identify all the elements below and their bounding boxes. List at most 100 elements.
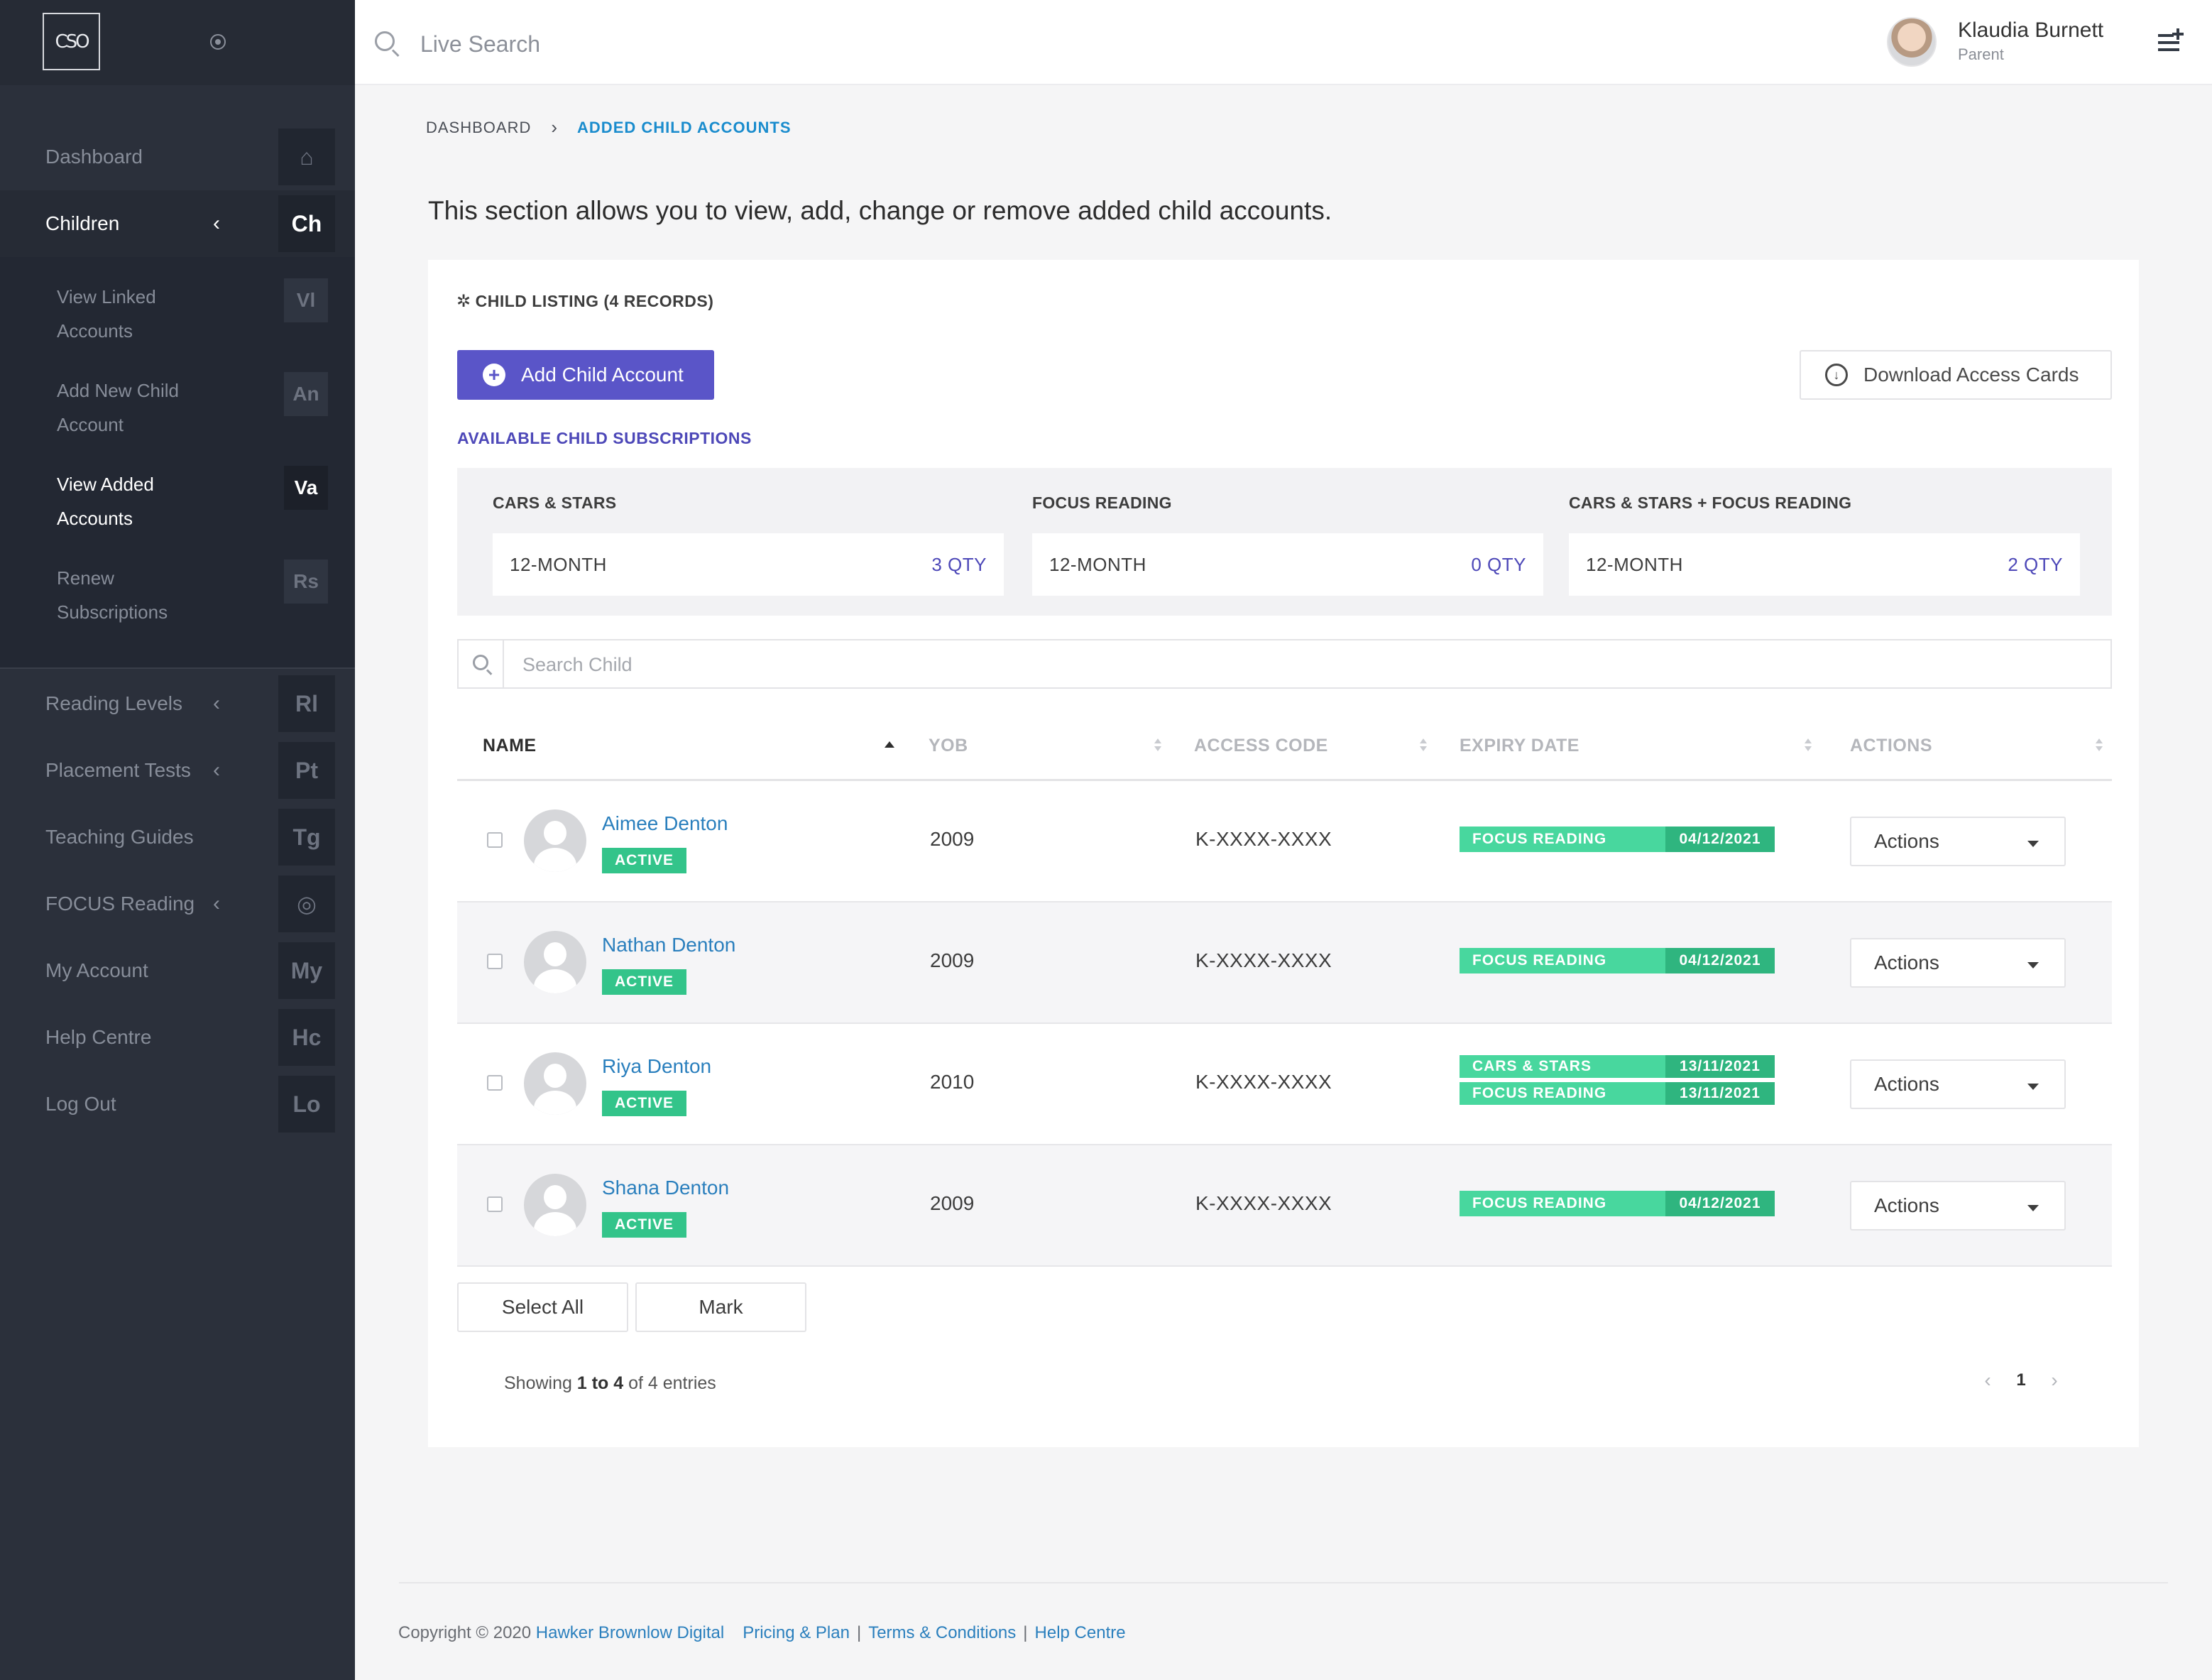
sort-icon[interactable] — [1418, 738, 1428, 753]
child-name-link[interactable]: Nathan Denton — [602, 934, 735, 956]
actions-dropdown[interactable]: Actions — [1850, 1059, 2066, 1109]
sort-icon[interactable] — [2094, 738, 2104, 753]
subscription-qty: 0 QTY — [1471, 553, 1526, 575]
subscriptions-title: AVAILABLE CHILD SUBSCRIPTIONS — [457, 429, 752, 447]
mark-button[interactable]: Mark — [635, 1282, 806, 1332]
column-label: NAME — [483, 735, 537, 756]
sidebar-item-badge: Va — [284, 466, 328, 510]
plus-circle-icon: + — [483, 364, 505, 386]
search-child-field — [457, 639, 2112, 689]
add-child-account-button[interactable]: + Add Child Account — [457, 350, 714, 400]
children-submenu: View Linked Accounts Vl Add New Child Ac… — [0, 257, 355, 667]
terms-link[interactable]: Terms & Conditions — [868, 1623, 1016, 1643]
yob-cell: 2009 — [930, 949, 975, 971]
help-centre-link[interactable]: Help Centre — [1035, 1623, 1126, 1643]
child-name-link[interactable]: Shana Denton — [602, 1177, 729, 1199]
expiry-bar: CARS & STARS 13/11/2021 — [1460, 1055, 1775, 1078]
sidebar-item-dashboard[interactable]: Dashboard ⌂ — [0, 124, 355, 190]
sidebar-item-my-account[interactable]: My Account My — [0, 937, 355, 1004]
column-header-actions[interactable]: ACTIONS — [1850, 710, 1932, 781]
sidebar-item-add-new-child-account[interactable]: Add New Child Account An — [0, 365, 355, 459]
row-checkbox[interactable] — [487, 832, 503, 848]
sort-ascending-icon[interactable] — [883, 738, 894, 753]
sidebar-item-teaching-guides[interactable]: Teaching Guides Tg — [0, 804, 355, 871]
breadcrumb-dashboard-link[interactable]: DASHBOARD — [426, 119, 531, 137]
actions-dropdown[interactable]: Actions — [1850, 938, 2066, 988]
sidebar-item-label: View Linked Accounts — [57, 286, 156, 342]
chevron-right-icon[interactable]: › — [2035, 1369, 2074, 1392]
top-header: Klaudia Burnett Parent — [355, 0, 2212, 85]
search-icon — [473, 655, 488, 670]
home-icon: ⌂ — [278, 129, 335, 185]
expiry-product: CARS & STARS — [1460, 1055, 1665, 1078]
status-badge: ACTIVE — [602, 1212, 687, 1238]
column-label: EXPIRY DATE — [1460, 735, 1579, 756]
sidebar-item-badge: My — [278, 942, 335, 999]
search-child-input[interactable] — [521, 649, 1941, 680]
expiry-bar: FOCUS READING 04/12/2021 — [1460, 827, 1775, 852]
page-number[interactable]: 1 — [2007, 1370, 2035, 1390]
chevron-left-icon: ‹ — [213, 892, 220, 915]
actions-dropdown[interactable]: Actions — [1850, 1181, 2066, 1231]
column-header-yob[interactable]: YOB — [929, 710, 968, 781]
column-label: ACCESS CODE — [1194, 735, 1328, 756]
download-icon: ↓ — [1825, 364, 1848, 386]
child-name-link[interactable]: Riya Denton — [602, 1055, 711, 1078]
sidebar-item-view-linked-accounts[interactable]: View Linked Accounts Vl — [0, 271, 355, 365]
sort-icon[interactable] — [1153, 738, 1163, 753]
sidebar-item-reading-levels[interactable]: Reading Levels ‹ Rl — [0, 670, 355, 737]
sidebar-item-placement-tests[interactable]: Placement Tests ‹ Pt — [0, 737, 355, 804]
page-description: This section allows you to view, add, ch… — [428, 196, 1332, 225]
user-name[interactable]: Klaudia Burnett — [1958, 18, 2103, 43]
copyright-text: Copyright © 2020 — [398, 1623, 532, 1642]
status-badge: ACTIVE — [602, 1091, 687, 1116]
column-header-access-code[interactable]: ACCESS CODE — [1194, 710, 1328, 781]
actions-dropdown[interactable]: Actions — [1850, 817, 2066, 866]
avatar[interactable] — [1887, 17, 1937, 67]
expiry-product: FOCUS READING — [1460, 827, 1665, 852]
menu-add-icon[interactable] — [2158, 28, 2185, 54]
access-code-cell: K-XXXX-XXXX — [1195, 1192, 1332, 1214]
expiry-cell: FOCUS READING 04/12/2021 — [1460, 948, 1775, 978]
access-code-cell: K-XXXX-XXXX — [1195, 1071, 1332, 1093]
select-all-button[interactable]: Select All — [457, 1282, 628, 1332]
breadcrumb: DASHBOARD › ADDED CHILD ACCOUNTS — [426, 116, 792, 138]
sort-icon[interactable] — [1803, 738, 1813, 753]
expiry-date: 04/12/2021 — [1665, 827, 1775, 852]
table-row: Riya Denton ACTIVE 2010 K-XXXX-XXXX CARS… — [457, 1024, 2112, 1145]
column-header-name[interactable]: NAME — [483, 710, 537, 781]
sidebar-toggle-icon[interactable] — [210, 34, 226, 50]
subscription-term: 12-MONTH — [510, 553, 607, 575]
row-checkbox[interactable] — [487, 954, 503, 969]
company-link[interactable]: Hawker Brownlow Digital — [536, 1623, 724, 1643]
sidebar-item-view-added-accounts[interactable]: View Added Accounts Va — [0, 459, 355, 552]
sidebar-item-focus-reading[interactable]: FOCUS Reading ‹ ◎ — [0, 871, 355, 937]
subscription-name: CARS & STARS — [493, 493, 617, 512]
logo[interactable]: CSO — [43, 13, 100, 70]
pricing-link[interactable]: Pricing & Plan — [743, 1623, 850, 1643]
sidebar-item-children[interactable]: Children ‹ Ch — [0, 190, 355, 257]
gear-icon: ✲ — [456, 292, 471, 311]
subscription-qty: 2 QTY — [2008, 553, 2063, 575]
footer-divider — [399, 1582, 2168, 1583]
sidebar-item-help-centre[interactable]: Help Centre Hc — [0, 1004, 355, 1071]
entries-info: Showing 1 to 4 of 4 entries — [504, 1373, 716, 1394]
sidebar-item-badge: Rl — [278, 675, 335, 732]
child-name-link[interactable]: Aimee Denton — [602, 812, 728, 835]
status-badge: ACTIVE — [602, 969, 687, 995]
expiry-date: 13/11/2021 — [1665, 1055, 1775, 1078]
live-search-input[interactable] — [419, 28, 845, 60]
sidebar-item-renew-subscriptions[interactable]: Renew Subscriptions Rs — [0, 552, 355, 646]
subscription-name: FOCUS READING — [1032, 493, 1172, 512]
row-checkbox[interactable] — [487, 1196, 503, 1212]
sidebar-item-label: My Account — [45, 959, 148, 981]
download-access-cards-button[interactable]: ↓ Download Access Cards — [1800, 350, 2112, 400]
caret-down-icon — [2027, 962, 2039, 969]
subscription-term: 12-MONTH — [1586, 553, 1683, 575]
footer-separator: | — [1023, 1623, 1028, 1642]
sidebar-item-log-out[interactable]: Log Out Lo — [0, 1071, 355, 1138]
sidebar-item-label: Reading Levels — [45, 692, 183, 714]
column-header-expiry-date[interactable]: EXPIRY DATE — [1460, 710, 1579, 781]
chevron-left-icon[interactable]: ‹ — [1969, 1369, 2007, 1392]
row-checkbox[interactable] — [487, 1075, 503, 1091]
